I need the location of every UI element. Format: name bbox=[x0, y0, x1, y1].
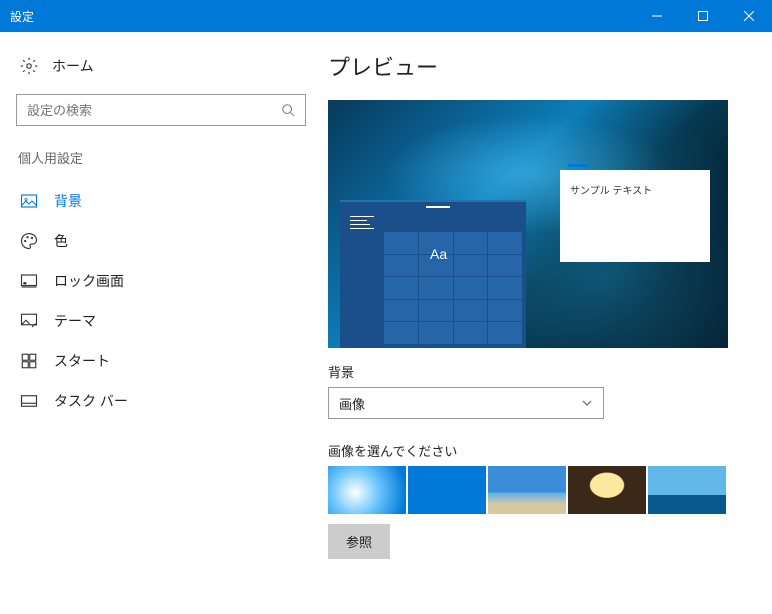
theme-icon bbox=[20, 312, 38, 330]
category-label: 個人用設定 bbox=[16, 148, 294, 167]
nav-themes[interactable]: テーマ bbox=[16, 301, 294, 341]
picture-icon bbox=[20, 192, 38, 210]
home-label: ホーム bbox=[52, 56, 94, 76]
minimize-button[interactable] bbox=[634, 0, 680, 32]
background-label: 背景 bbox=[328, 362, 746, 381]
desktop-preview: Aa サンプル テキスト bbox=[328, 100, 728, 348]
close-button[interactable] bbox=[726, 0, 772, 32]
palette-icon bbox=[20, 232, 38, 250]
nav-label: 背景 bbox=[54, 191, 82, 211]
window-title: 設定 bbox=[10, 8, 34, 25]
thumbnail-1[interactable] bbox=[328, 466, 406, 514]
thumbnail-3[interactable] bbox=[488, 466, 566, 514]
preview-start-panel: Aa bbox=[340, 200, 526, 348]
preview-sample-window: サンプル テキスト bbox=[560, 170, 710, 262]
lockscreen-icon bbox=[20, 272, 38, 290]
page-title: プレビュー bbox=[328, 50, 746, 82]
maximize-button[interactable] bbox=[680, 0, 726, 32]
nav-label: テーマ bbox=[54, 311, 96, 331]
start-icon bbox=[20, 352, 38, 370]
nav-taskbar[interactable]: タスク バー bbox=[16, 381, 294, 421]
thumbnail-4[interactable] bbox=[568, 466, 646, 514]
home-link[interactable]: ホーム bbox=[16, 50, 294, 82]
search-box[interactable] bbox=[16, 94, 306, 126]
nav-label: 色 bbox=[54, 231, 68, 251]
taskbar-icon bbox=[20, 392, 38, 410]
nav-label: ロック画面 bbox=[54, 271, 124, 291]
nav-background[interactable]: 背景 bbox=[16, 181, 294, 221]
preview-sample-text: サンプル テキスト bbox=[560, 170, 710, 209]
gear-icon bbox=[20, 57, 38, 75]
browse-button[interactable]: 参照 bbox=[328, 524, 390, 559]
background-select-value: 画像 bbox=[339, 394, 365, 413]
nav-colors[interactable]: 色 bbox=[16, 221, 294, 261]
nav-start[interactable]: スタート bbox=[16, 341, 294, 381]
thumbnail-5[interactable] bbox=[648, 466, 726, 514]
choose-image-label: 画像を選んでください bbox=[328, 441, 746, 460]
background-select[interactable]: 画像 bbox=[328, 387, 604, 419]
nav-lockscreen[interactable]: ロック画面 bbox=[16, 261, 294, 301]
search-input[interactable] bbox=[27, 103, 281, 118]
chevron-down-icon bbox=[581, 397, 593, 409]
preview-aa: Aa bbox=[430, 246, 447, 262]
nav-label: スタート bbox=[54, 351, 110, 371]
nav-label: タスク バー bbox=[54, 391, 128, 411]
thumbnail-2[interactable] bbox=[408, 466, 486, 514]
image-thumbnails bbox=[328, 466, 746, 514]
search-icon bbox=[281, 103, 295, 117]
window-controls bbox=[634, 0, 772, 32]
